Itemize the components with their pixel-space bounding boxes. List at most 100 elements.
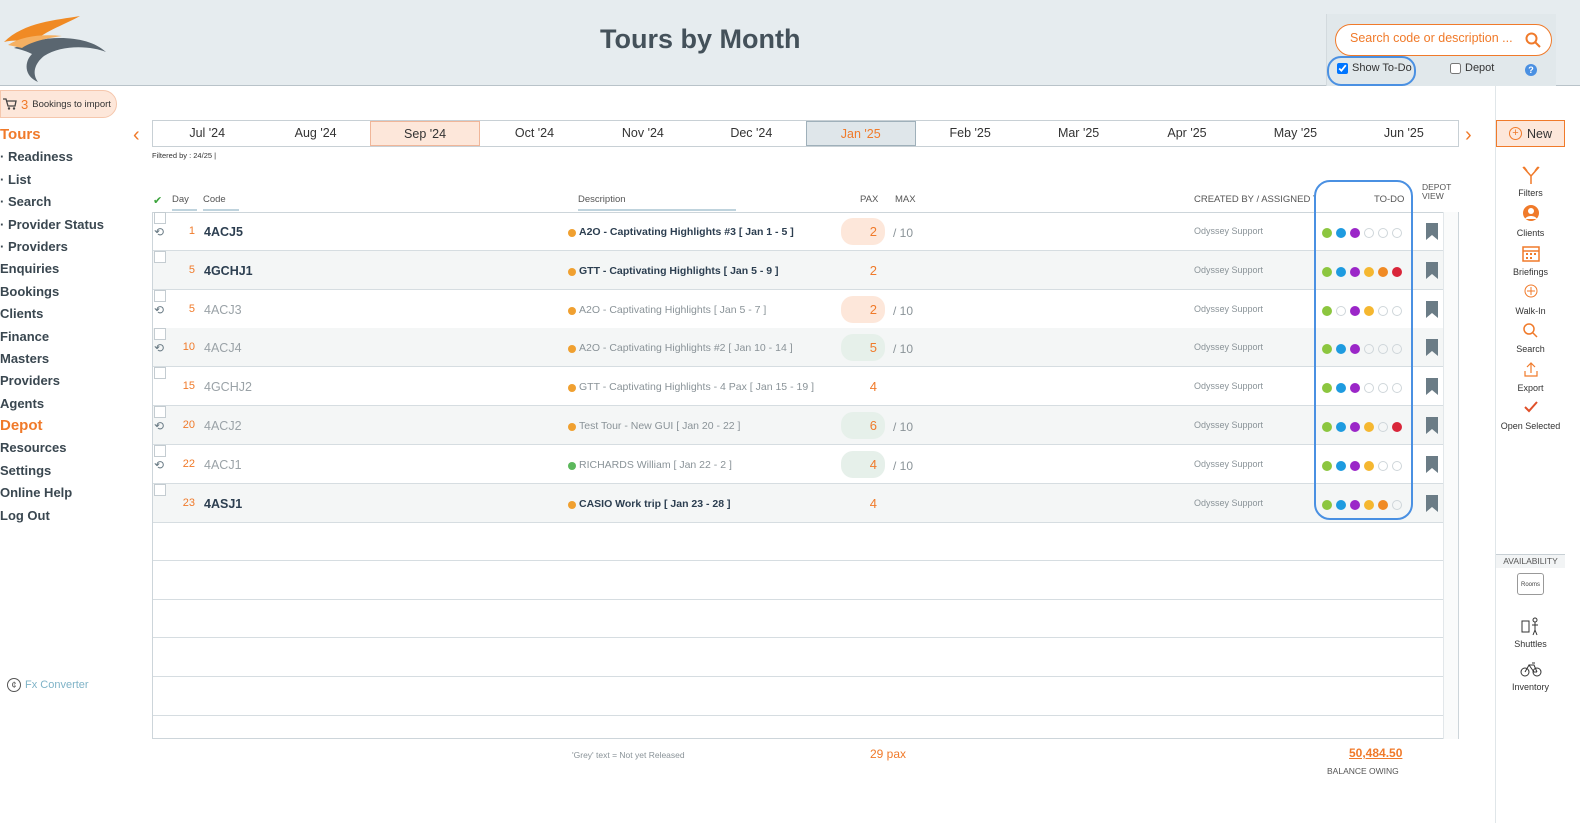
show-todo-checkbox[interactable]: Show To-Do [1337,62,1412,74]
col-header-description[interactable]: Description [578,194,736,211]
nav-providers[interactable]: Providers [0,370,150,392]
balance-owing-link[interactable]: 50,484.50 [1349,746,1402,760]
history-icon[interactable]: ⟲ [154,419,164,433]
app-logo[interactable] [2,12,108,84]
month-tab[interactable]: Nov '24 [589,121,697,146]
next-month-arrow[interactable]: › [1465,124,1472,147]
table-row[interactable]: 15 4GCHJ2 GTT - Captivating Highlights - 4… [153,367,1443,407]
table-row[interactable]: ⟲ 1 4ACJ5 A2O - Captivating Highlights #3 [… [153,212,1443,251]
month-tab-current[interactable]: Jan '25 [805,121,916,146]
nav-clients[interactable]: Clients [0,303,150,325]
depot-checkbox[interactable]: Depot [1450,62,1494,74]
bookmark-icon[interactable] [1426,417,1438,434]
row-description[interactable]: Test Tour - New GUI [ Jan 20 - 22 ] [579,420,740,432]
row-description[interactable]: GTT - Captivating Highlights - 4 Pax [ J… [579,381,814,393]
bookmark-icon[interactable] [1426,300,1438,318]
nav-resources[interactable]: Resources [0,437,150,459]
month-tab-selected[interactable]: Sep '24 [369,121,481,146]
row-code[interactable]: 4ACJ2 [204,419,242,433]
bookmark-icon[interactable] [1426,455,1438,473]
month-tab[interactable]: Dec '24 [697,121,805,146]
history-icon[interactable]: ⟲ [154,225,164,239]
nav-log-out[interactable]: Log Out [0,505,150,527]
open-selected-tool[interactable]: Open Selected [1496,397,1565,431]
row-select-checkbox[interactable] [154,289,166,302]
history-icon[interactable]: ⟲ [154,303,164,317]
bookings-import-button[interactable]: 3 Bookings to import [0,90,117,118]
row-select-checkbox[interactable] [154,483,166,496]
month-tab[interactable]: Feb '25 [916,121,1024,146]
row-code[interactable]: 4ACJ5 [204,225,243,239]
row-select-checkbox[interactable] [154,406,166,418]
briefings-tool[interactable]: Briefings [1496,243,1565,277]
table-row[interactable]: ⟲ 20 4ACJ2 Test Tour - New GUI [ Jan 20 - 2… [153,406,1443,445]
new-button[interactable]: + New [1496,120,1565,147]
rooms-button[interactable]: Rooms [1517,573,1544,595]
search-tool[interactable]: Search [1496,320,1565,354]
month-tab[interactable]: Oct '24 [480,121,588,146]
month-tab[interactable]: Jun '25 [1350,121,1458,146]
row-code[interactable]: 4GCHJ2 [204,380,252,394]
nav-search[interactable]: · Search [0,191,150,213]
nav-provider-status[interactable]: · Provider Status [0,214,150,236]
table-row[interactable]: 5 4GCHJ1 GTT - Captivating Highlights [ Ja… [153,250,1443,290]
search-box[interactable] [1335,24,1552,56]
row-description[interactable]: GTT - Captivating Highlights [ Jan 5 - 9… [579,265,779,277]
nav-enquiries[interactable]: Enquiries [0,258,150,280]
table-scrollbar[interactable] [1443,212,1458,739]
nav-tours[interactable]: Tours [0,124,150,146]
row-select-checkbox[interactable] [154,328,166,341]
nav-online-help[interactable]: Online Help [0,482,150,504]
bookmark-icon[interactable] [1426,339,1438,357]
bookmark-icon[interactable] [1426,494,1438,512]
row-select-checkbox[interactable] [154,367,166,380]
month-tab[interactable]: Apr '25 [1133,121,1241,146]
table-row[interactable]: ⟲ 10 4ACJ4 A2O - Captivating Highlights #2 … [153,328,1443,368]
bookmark-icon[interactable] [1426,223,1438,240]
nav-bookings[interactable]: Bookings [0,281,150,303]
month-tab[interactable]: May '25 [1241,121,1349,146]
row-description[interactable]: CASIO Work trip [ Jan 23 - 28 ] [579,498,731,510]
history-icon[interactable]: ⟲ [154,341,164,355]
month-tab[interactable]: Mar '25 [1024,121,1132,146]
row-select-checkbox[interactable] [154,444,166,457]
row-select-checkbox[interactable] [154,250,166,263]
row-description[interactable]: A2O - Captivating Highlights #2 [ Jan 10… [579,342,793,354]
clients-tool[interactable]: Clients [1496,204,1565,238]
col-header-day[interactable]: Day [172,194,197,211]
table-row[interactable]: ⟲ 5 4ACJ3 A2O - Captivating Highlights [ Ja… [153,289,1443,329]
nav-tour-providers[interactable]: · Providers [0,236,150,258]
export-tool[interactable]: Export [1496,359,1565,393]
shuttles-tool[interactable]: Shuttles [1496,615,1565,649]
bookmark-icon[interactable] [1426,261,1438,279]
depot-input[interactable] [1450,62,1461,74]
nav-masters[interactable]: Masters [0,348,150,370]
search-input[interactable] [1350,31,1520,45]
nav-finance[interactable]: Finance [0,326,150,348]
row-description[interactable]: A2O - Captivating Highlights [ Jan 5 - 7… [579,304,766,316]
nav-depot[interactable]: Depot [0,415,150,437]
row-code[interactable]: 4ACJ3 [204,303,242,317]
nav-readiness[interactable]: · Readiness [0,146,150,168]
row-select-checkbox[interactable] [154,212,166,224]
bookmark-icon[interactable] [1426,378,1438,396]
table-row[interactable]: 23 4ASJ1 CASIO Work trip [ Jan 23 - 28 ] 4 O… [153,483,1443,523]
row-description[interactable]: A2O - Captivating Highlights #3 [ Jan 1 … [579,226,794,238]
row-code[interactable]: 4ASJ1 [204,497,242,511]
history-icon[interactable]: ⟲ [154,458,164,472]
select-all-check-icon[interactable]: ✔ [153,194,162,207]
col-header-code[interactable]: Code [203,194,239,211]
walk-in-tool[interactable]: Walk-In [1496,282,1565,316]
month-tab[interactable]: Aug '24 [261,121,369,146]
prev-month-arrow[interactable]: ‹ [133,124,140,147]
search-icon[interactable] [1525,32,1541,48]
row-code[interactable]: 4ACJ1 [204,458,242,472]
nav-settings[interactable]: Settings [0,460,150,482]
nav-list[interactable]: · List [0,169,150,191]
nav-agents[interactable]: Agents [0,393,150,415]
filters-tool[interactable]: Filters [1496,164,1565,198]
row-code[interactable]: 4ACJ4 [204,341,242,355]
help-icon[interactable]: ? [1525,64,1537,76]
table-row[interactable]: ⟲ 22 4ACJ1 RICHARDS William [ Jan 22 - 2 ] 4… [153,444,1443,484]
show-todo-input[interactable] [1337,62,1348,74]
